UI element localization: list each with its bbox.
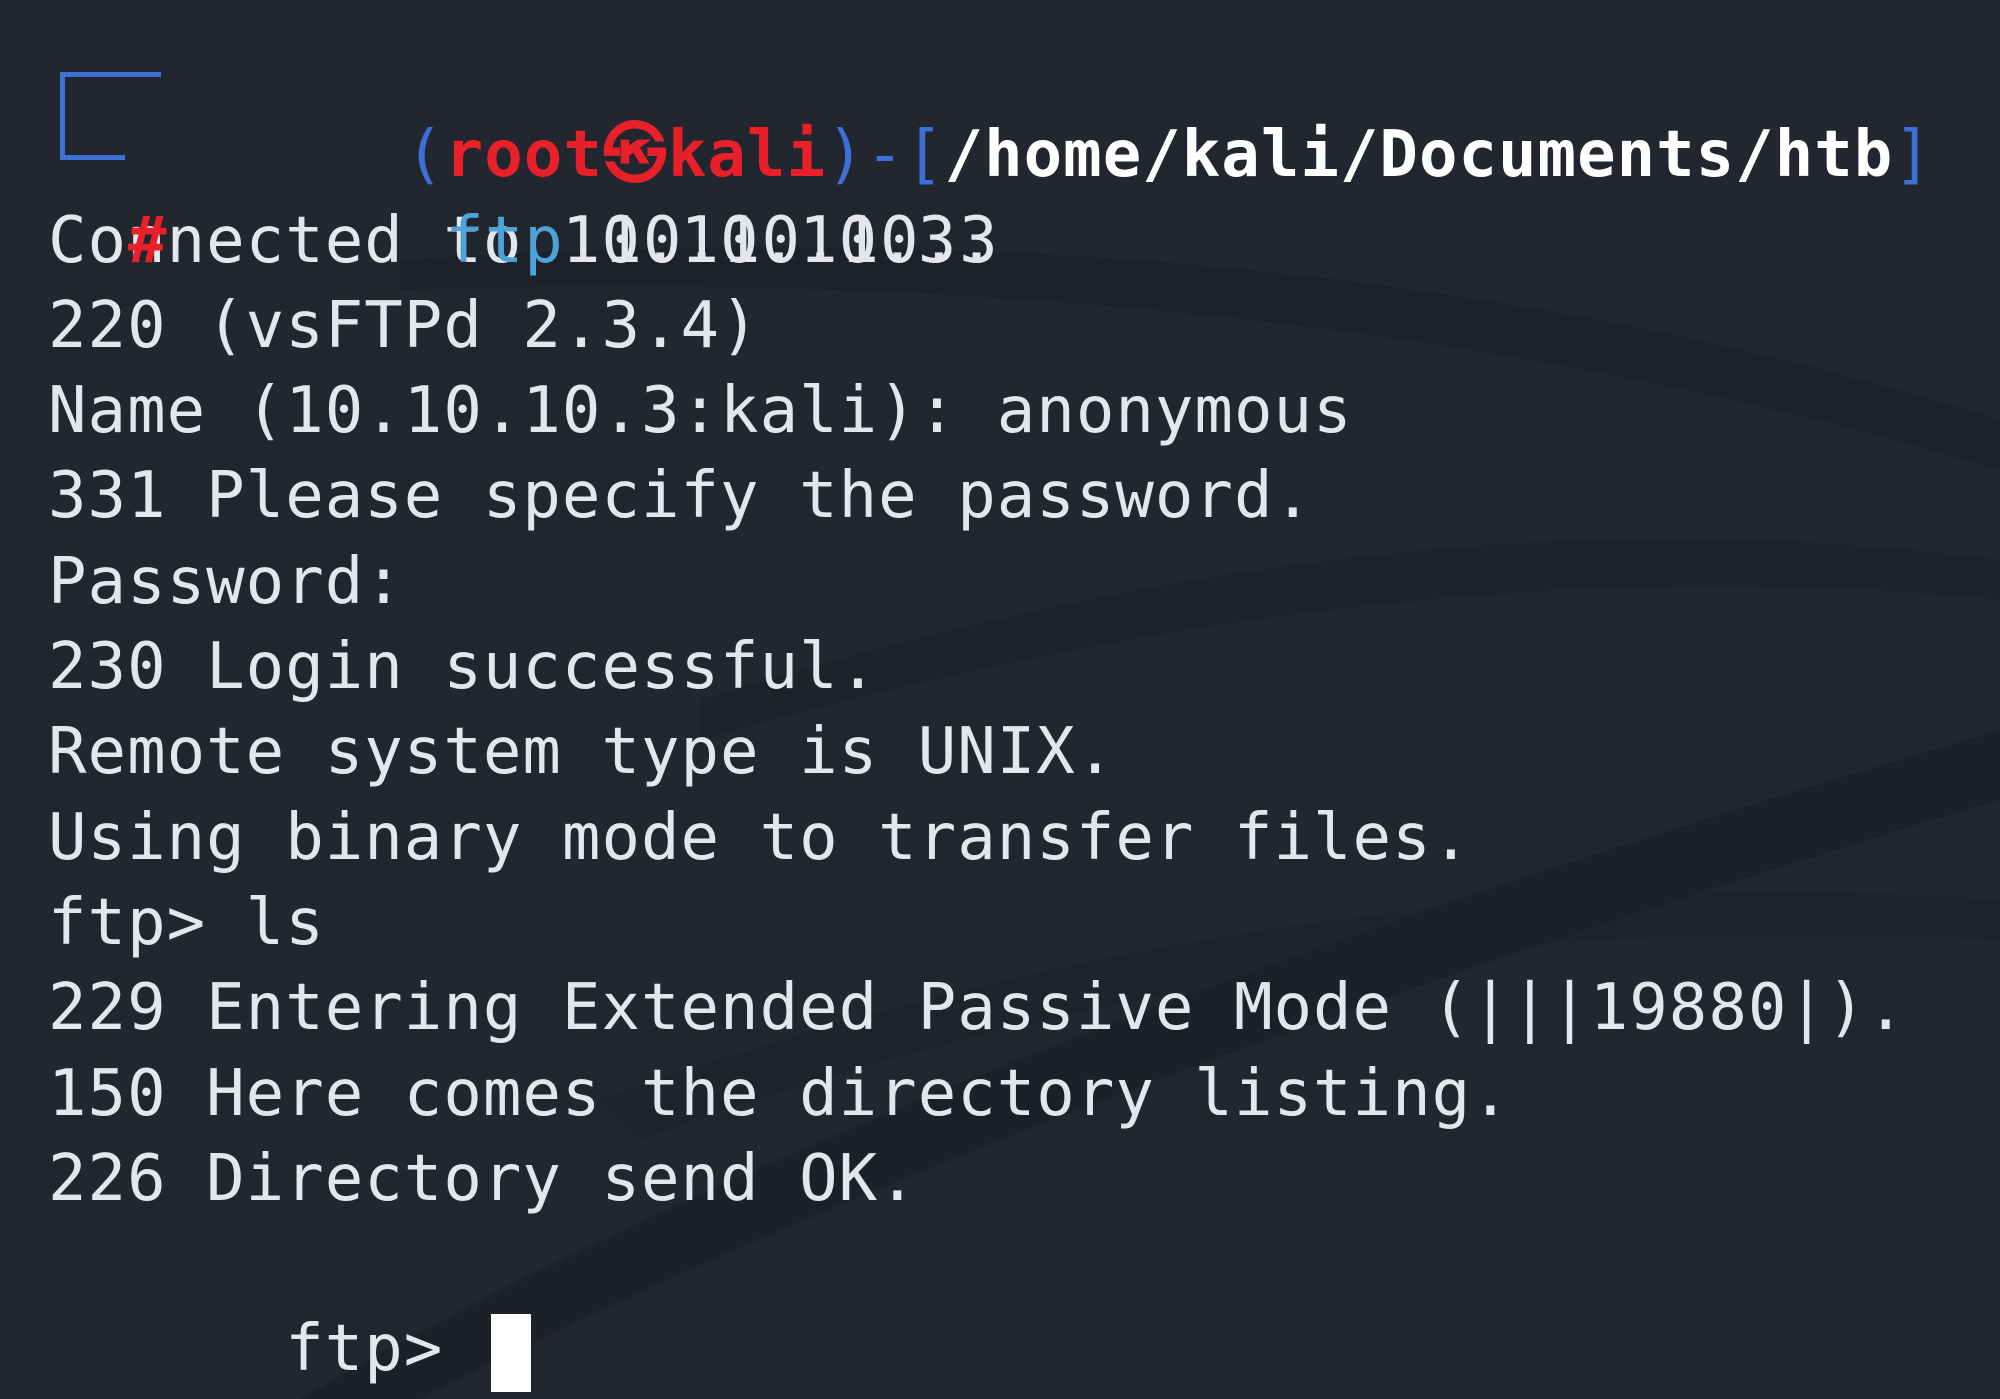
prompt-corner-bottom <box>60 113 125 161</box>
output-line: Using binary mode to transfer files. <box>48 800 1472 875</box>
output-line: 220 (vsFTPd 2.3.4) <box>48 288 760 363</box>
ftp-prompt: ftp> <box>285 1312 444 1387</box>
prompt-header-line: (root㉿kali)-[/home/kali/Documents/htb] <box>48 28 1988 192</box>
active-input-line[interactable]: ftp> <box>48 1222 1988 1392</box>
output-line: 230 Login successful. <box>48 630 879 705</box>
output-line: Password: <box>48 544 404 619</box>
output-line: 150 Here comes the directory listing. <box>48 1056 1511 1131</box>
text-cursor[interactable] <box>490 1313 531 1392</box>
output-line: ftp> ls <box>48 885 325 960</box>
output-line: 331 Please specify the password. <box>48 459 1313 534</box>
output-line: Remote system type is UNIX. <box>48 715 1116 790</box>
prompt-command-line: # ftp 10.10.10.3 <box>48 113 1988 278</box>
command-name: ftp <box>445 203 564 278</box>
output-line: 226 Directory send OK. <box>48 1141 918 1216</box>
terminal-content: (root㉿kali)-[/home/kali/Documents/htb] #… <box>48 28 1988 1392</box>
prompt-hash: # <box>128 203 168 278</box>
output-line: 229 Entering Extended Passive Mode (|||1… <box>48 971 1906 1046</box>
terminal-window[interactable]: (root㉿kali)-[/home/kali/Documents/htb] #… <box>0 0 2000 1399</box>
output-line: Name (10.10.10.3:kali): anonymous <box>48 374 1353 449</box>
command-argument: 10.10.10.3 <box>603 203 999 278</box>
